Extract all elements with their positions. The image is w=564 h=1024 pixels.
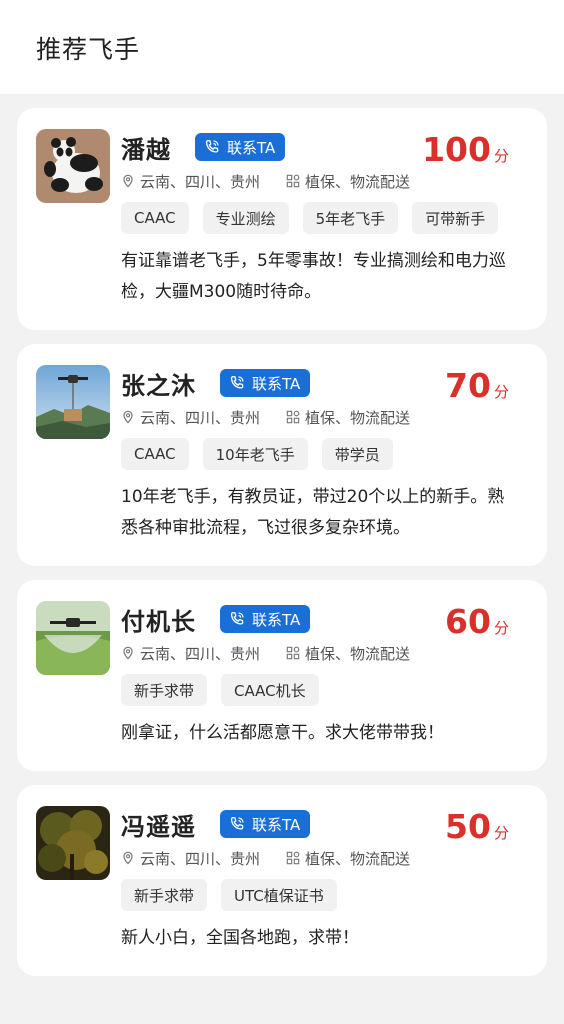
tag: CAAC: [121, 438, 189, 470]
pilot-card[interactable]: 100 分 潘越 联系TA 云南、四川、贵州 植保、物流配送 CAAC 专业测绘…: [17, 108, 547, 330]
tag-list: CAAC 10年老飞手 带学员: [121, 438, 527, 470]
pilot-card[interactable]: 70 分 张之沐 联系TA 云南、四川、贵州 植保、物流配送 CAAC 10年老…: [17, 344, 547, 566]
score-unit: 分: [493, 824, 509, 842]
pilot-name: 潘越: [121, 135, 171, 164]
contact-label: 联系TA: [252, 374, 301, 393]
pilot-description: 有证靠谱老飞手，5年零事故！专业搞测绘和电力巡检，大疆M300随时待命。: [121, 251, 506, 302]
tag: 专业测绘: [202, 202, 289, 234]
contact-label: 联系TA: [252, 815, 301, 834]
region-info: 云南、四川、贵州: [121, 171, 260, 192]
pilot-description: 刚拿证，什么活都愿意干。求大佬带带我！: [121, 723, 444, 743]
category-grid-icon: [286, 851, 300, 865]
score: 100 分: [422, 130, 509, 169]
services-text: 植保、物流配送: [305, 408, 411, 427]
pilot-name: 付机长: [121, 607, 196, 636]
tag: 带学员: [321, 438, 393, 470]
score-value: 100: [422, 130, 491, 169]
category-grid-icon: [286, 646, 300, 660]
phone-icon: [230, 375, 244, 389]
pilot-description: 新人小白，全国各地跑，求带！: [121, 928, 359, 948]
regions-text: 云南、四川、贵州: [140, 644, 261, 663]
pilot-description: 10年老飞手，有教员证，带过20个以上的新手。熟悉各种审批流程，飞过很多复杂环境…: [121, 487, 505, 538]
score-value: 50: [445, 807, 491, 846]
region-info: 云南、四川、贵州: [121, 643, 260, 664]
services-text: 植保、物流配送: [305, 849, 411, 868]
score-value: 60: [445, 602, 491, 641]
contact-button[interactable]: 联系TA: [195, 133, 286, 161]
tag-list: CAAC 专业测绘 5年老飞手 可带新手: [121, 202, 527, 234]
score-unit: 分: [493, 147, 509, 165]
pilot-name: 冯遥遥: [121, 812, 196, 841]
avatar: [36, 806, 110, 880]
score-value: 70: [445, 366, 491, 405]
region-info: 云南、四川、贵州: [121, 848, 260, 869]
score-unit: 分: [493, 619, 509, 637]
phone-icon: [230, 816, 244, 830]
service-info: 植保、物流配送: [286, 407, 410, 428]
contact-button[interactable]: 联系TA: [220, 369, 311, 397]
top-bar: 推荐飞手: [0, 0, 564, 94]
avatar: [36, 129, 110, 203]
avatar: [36, 601, 110, 675]
location-pin-icon: [123, 646, 133, 660]
location-pin-icon: [123, 851, 133, 865]
pilot-list: 100 分 潘越 联系TA 云南、四川、贵州 植保、物流配送 CAAC 专业测绘…: [0, 94, 564, 976]
location-pin-icon: [123, 174, 133, 188]
pilot-name: 张之沐: [121, 371, 196, 400]
avatar: [36, 365, 110, 439]
tag: CAAC机长: [221, 674, 319, 706]
pilot-card[interactable]: 60 分 付机长 联系TA 云南、四川、贵州 植保、物流配送 新手求带 CAAC…: [17, 580, 547, 771]
tag-list: 新手求带 CAAC机长: [121, 674, 527, 706]
category-grid-icon: [286, 174, 300, 188]
tag: CAAC: [121, 202, 189, 234]
tag: 10年老飞手: [202, 438, 308, 470]
contact-label: 联系TA: [227, 138, 276, 157]
category-grid-icon: [286, 410, 300, 424]
phone-icon: [205, 139, 219, 153]
contact-button[interactable]: 联系TA: [220, 605, 311, 633]
tag: 新手求带: [121, 879, 208, 911]
page-title: 推荐飞手: [36, 35, 141, 64]
score: 50 分: [445, 807, 509, 846]
tag-list: 新手求带 UTC植保证书: [121, 879, 527, 911]
score-unit: 分: [493, 383, 509, 401]
phone-icon: [230, 611, 244, 625]
pilot-card[interactable]: 50 分 冯遥遥 联系TA 云南、四川、贵州 植保、物流配送 新手求带 UTC植…: [17, 785, 547, 976]
contact-label: 联系TA: [252, 610, 301, 629]
tag: 5年老飞手: [302, 202, 399, 234]
services-text: 植保、物流配送: [305, 172, 411, 191]
tag: 新手求带: [121, 674, 208, 706]
regions-text: 云南、四川、贵州: [140, 172, 261, 191]
tag: 可带新手: [412, 202, 499, 234]
tag: UTC植保证书: [221, 879, 337, 911]
service-info: 植保、物流配送: [286, 848, 410, 869]
region-info: 云南、四川、贵州: [121, 407, 260, 428]
service-info: 植保、物流配送: [286, 643, 410, 664]
score: 60 分: [445, 602, 509, 641]
regions-text: 云南、四川、贵州: [140, 408, 261, 427]
service-info: 植保、物流配送: [286, 171, 410, 192]
contact-button[interactable]: 联系TA: [220, 810, 311, 838]
location-pin-icon: [123, 410, 133, 424]
score: 70 分: [445, 366, 509, 405]
services-text: 植保、物流配送: [305, 644, 411, 663]
regions-text: 云南、四川、贵州: [140, 849, 261, 868]
